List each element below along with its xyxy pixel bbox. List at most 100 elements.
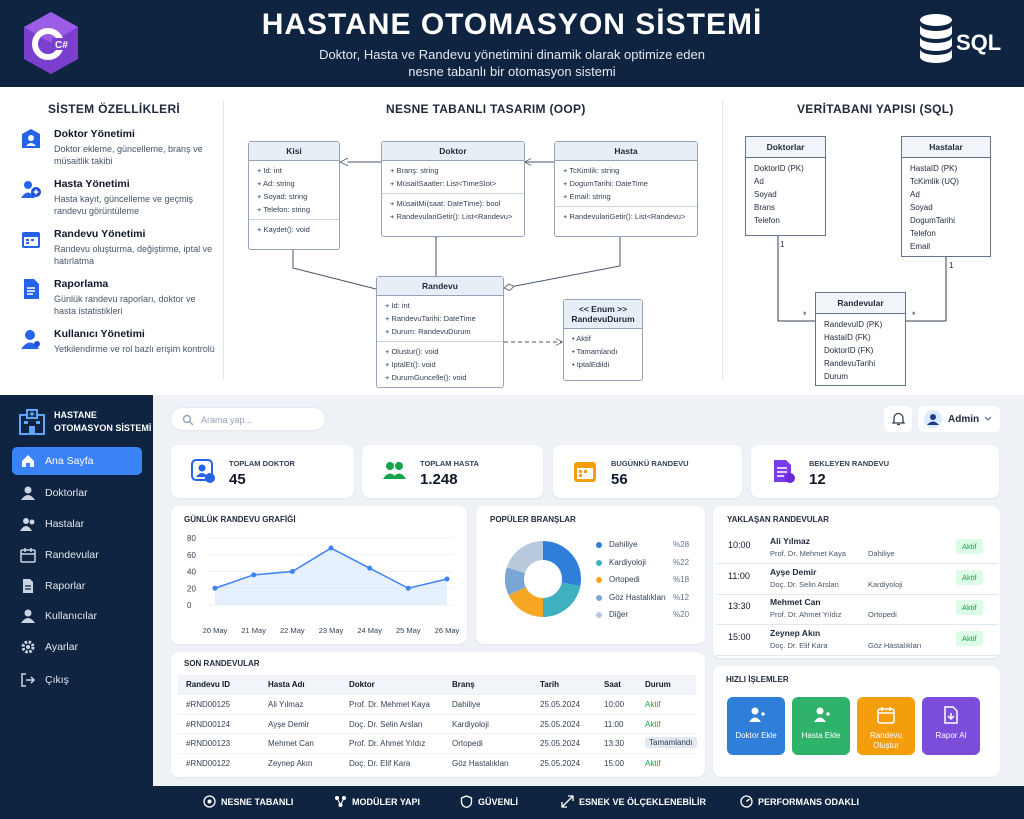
patient-name: Ali Yılmaz: [770, 536, 810, 546]
table-cell: Ali Yılmaz: [268, 700, 304, 709]
doctor-name: Prof. Dr. Mehmet Kaya: [770, 549, 846, 558]
doctor-icon: [191, 459, 215, 483]
x-tick-label: 25 May: [396, 626, 421, 635]
hospital-icon: [19, 409, 45, 435]
branch-name: Göz Hastalıkları: [868, 640, 922, 650]
patient-name: Ayşe Demir: [770, 566, 817, 577]
legend-label: Göz Hastalıkları: [609, 592, 666, 602]
nav-item-logout[interactable]: Çıkış: [12, 666, 142, 694]
data-point: [251, 572, 257, 578]
status-badge: Aktif: [956, 600, 983, 615]
create-appointment-button[interactable]: Randevu Oluştur: [857, 697, 915, 755]
table-cell: Göz Hastalıkları: [452, 758, 509, 768]
user-menu[interactable]: Admin: [918, 406, 1000, 432]
add-doctor-button[interactable]: Doktor Ekle: [727, 697, 785, 755]
appointment-time: 13:30: [728, 601, 751, 611]
calendar-icon: [20, 548, 36, 563]
legend-swatch: [596, 612, 602, 618]
table-cell: 25.05.2024: [540, 739, 581, 748]
table-cell: Aktif: [645, 719, 661, 729]
nav-item-users[interactable]: Kullanıcılar: [12, 602, 142, 630]
legend-value: %12: [673, 592, 690, 602]
stat-card-today: BUGÜNKÜ RANDEVU 56: [553, 445, 742, 498]
table-cell: Ayşe Demir: [268, 719, 310, 729]
quick-actions-title: HIZLI İŞLEMLER: [726, 675, 789, 684]
get-report-button[interactable]: Rapor Al: [922, 697, 980, 755]
pending-report-icon: [774, 460, 795, 483]
legend-swatch: [596, 559, 602, 566]
nav-item-appointments[interactable]: Randevular: [12, 541, 142, 569]
table-cell: #RND00125: [186, 700, 231, 709]
column-header: Branş: [452, 680, 475, 689]
appointment-time: 10:00: [728, 540, 751, 550]
x-tick-label: 22 May: [280, 626, 305, 635]
legend-value: %28: [673, 540, 690, 549]
branch-name: Dahiliye: [868, 549, 895, 558]
table-cell: Ortopedi: [452, 739, 483, 748]
column-header: Hasta Adı: [268, 680, 305, 689]
x-tick-label: 23 May: [319, 626, 344, 635]
table-row[interactable]: #RND00124 Ayşe Demir Doç. Dr. Selin Arslan…: [178, 713, 696, 733]
uml-class-kisi: Kisi + Id: int + Ad: string + Soyad: strin…: [248, 141, 340, 250]
search-input[interactable]: Arama yap...: [170, 407, 326, 431]
table-cell: Doç. Dr. Selin Arslan: [349, 719, 423, 729]
doctor-icon: [21, 486, 35, 500]
nav-item-home[interactable]: Ana Sayfa: [12, 447, 142, 475]
appointment-item[interactable]: 11:00 Ayşe Demir Doç. Dr. Selin Arslan Kard…: [716, 567, 998, 595]
upcoming-title: YAKLAŞAN RANDEVULAR: [727, 515, 829, 524]
line-chart: 0 20 40 60 80 20 May 21 May 22 May 23 May 24 May 2…: [187, 534, 460, 635]
table-cell: 25.05.2024: [540, 758, 581, 768]
db-table-doktorlar: Doktorlar DoktorID (PK) Ad Soyad Brans Telef…: [745, 136, 826, 236]
avatar-icon: [924, 410, 942, 428]
table-cell: Kardiyoloji: [452, 719, 489, 729]
data-point: [367, 565, 373, 571]
table-row[interactable]: #RND00123 Mehmet Can Prof. Dr. Ahmet Yıldı…: [178, 733, 697, 752]
db-table-hastalar: Hastalar HastaID (PK) TcKimlik (UQ) Ad Soya…: [901, 136, 991, 257]
table-cell: Doç. Dr. Elif Kara: [349, 758, 411, 768]
legend-item: Dahiliye %28: [596, 540, 696, 552]
patient-name: Zeynep Akın: [770, 627, 821, 638]
nav-item-settings[interactable]: Ayarlar: [12, 633, 142, 661]
patients-icon: [383, 462, 406, 479]
appointment-item[interactable]: 15:00 Zeynep Akın Doç. Dr. Elif Kara Göz Ha…: [716, 628, 998, 656]
notifications-button[interactable]: [884, 406, 912, 432]
y-tick-label: 40: [187, 568, 196, 577]
table-row[interactable]: #RND00122 Zeynep Akın Doç. Dr. Elif Kara Gö…: [178, 752, 696, 772]
table-cell: Mehmet Can: [268, 739, 314, 748]
table-cell: Prof. Dr. Ahmet Yıldız: [349, 739, 426, 748]
appointment-item[interactable]: 10:00 Ali Yılmaz Prof. Dr. Mehmet Kaya Dahi…: [716, 536, 998, 564]
add-patient-icon: [814, 707, 830, 722]
add-patient-button[interactable]: Hasta Ekle: [792, 697, 850, 755]
legend-item: Diğer %20: [596, 610, 696, 622]
table-cell: #RND00122: [186, 758, 231, 768]
table-cell: #RND00123: [186, 739, 231, 748]
column-header: Saat: [604, 680, 621, 689]
table-row[interactable]: #RND00125 Ali Yılmaz Prof. Dr. Mehmet Kaya…: [178, 694, 696, 713]
cardinality-label: 1: [780, 240, 785, 249]
nav-item-reports[interactable]: Raporlar: [12, 572, 142, 600]
uml-class-hasta: Hasta + TcKimlik: string + DogumTarihi: D…: [554, 141, 698, 237]
logout-icon: [21, 673, 36, 687]
legend-item: Ortopedi %18: [596, 575, 696, 587]
table-cell: Prof. Dr. Mehmet Kaya: [349, 700, 430, 709]
nav-item-patients[interactable]: Hastalar: [12, 510, 142, 538]
column-header: Randevu ID: [186, 680, 231, 689]
modules-icon: [335, 796, 346, 807]
table-cell: Aktif: [645, 758, 661, 768]
table-cell: 11:00: [604, 719, 624, 729]
bell-icon: [892, 412, 905, 426]
pie-slice: [506, 541, 543, 574]
stat-card-pending: BEKLEYEN RANDEVU 12: [751, 445, 999, 498]
column-header: Tarih: [540, 680, 559, 689]
nav-item-doctors[interactable]: Doktorlar: [12, 479, 142, 507]
cardinality-label: *: [912, 310, 916, 320]
branch-name: Kardiyoloji: [868, 579, 903, 589]
calendar-icon: [574, 462, 596, 482]
patient-name: Mehmet Can: [770, 597, 821, 607]
recent-title: SON RANDEVULAR: [184, 659, 260, 668]
data-point: [405, 585, 411, 591]
recent-table: Randevu ID Hasta Adı Doktor Branş Tarih Saat D…: [178, 674, 698, 774]
legend-value: %18: [673, 575, 690, 584]
legend-swatch: [596, 542, 602, 548]
appointment-item[interactable]: 13:30 Mehmet Can Prof. Dr. Ahmet Yıldız Ort…: [716, 597, 998, 625]
